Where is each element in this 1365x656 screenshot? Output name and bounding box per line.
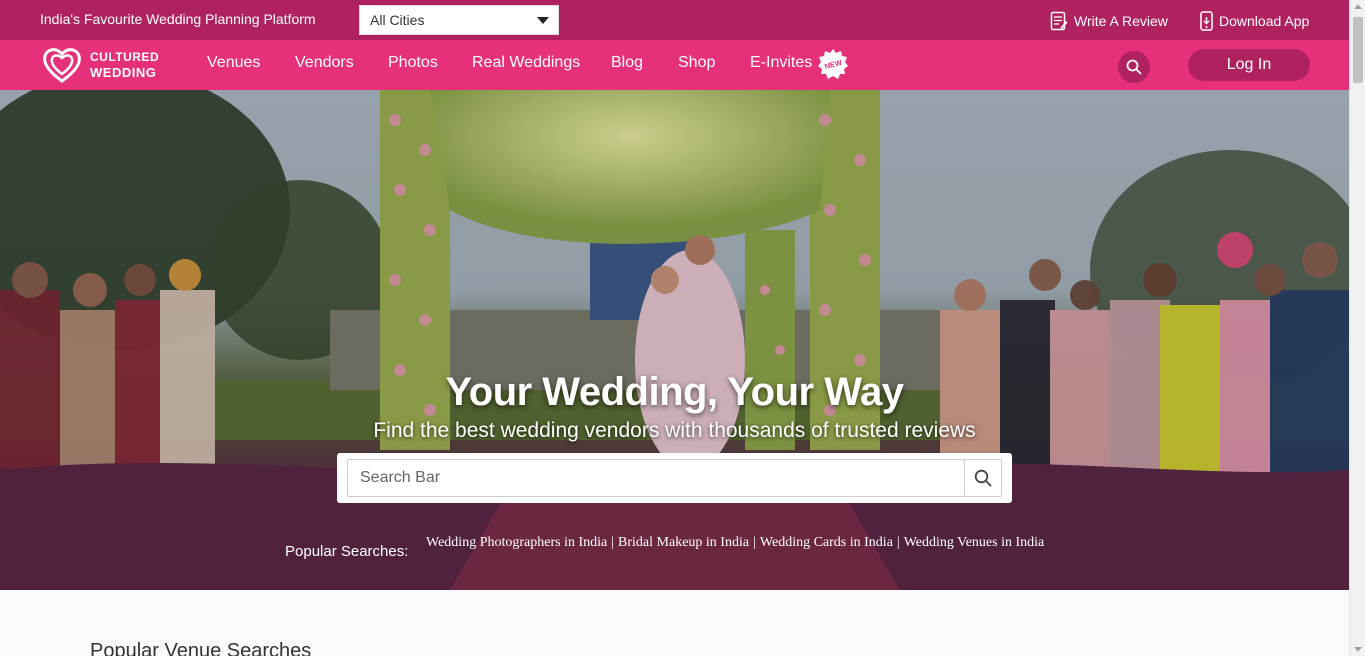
logo-line2: WEDDING xyxy=(90,65,157,80)
popular-search-link[interactable]: Wedding Venues in India xyxy=(904,535,1045,550)
separator: | xyxy=(896,535,900,550)
download-app-link[interactable]: Download App xyxy=(1200,11,1309,31)
nav-vendors[interactable]: Vendors xyxy=(295,54,354,72)
search-input[interactable] xyxy=(347,459,965,497)
new-badge-icon: NEW xyxy=(818,49,848,79)
logo-line1: CULTURED xyxy=(90,50,160,64)
city-select[interactable]: All Cities xyxy=(359,5,559,35)
top-strip: India's Favourite Wedding Planning Platf… xyxy=(0,0,1349,40)
download-app-label: Download App xyxy=(1219,13,1310,29)
login-button[interactable]: Log In xyxy=(1188,49,1310,81)
scrollbar-thumb[interactable] xyxy=(1353,17,1363,83)
review-icon xyxy=(1050,11,1068,31)
popular-search-link[interactable]: Bridal Makeup in India xyxy=(618,535,749,550)
search-icon xyxy=(1126,59,1142,75)
search-icon xyxy=(974,469,992,487)
popular-searches-list: Wedding Photographers in India | Bridal Ma… xyxy=(426,535,1044,551)
separator: | xyxy=(753,535,756,550)
section-title: Popular Venue Searches xyxy=(90,640,312,656)
city-select-value: All Cities xyxy=(370,12,425,28)
scroll-up-icon[interactable] xyxy=(1354,4,1362,9)
nav-venues[interactable]: Venues xyxy=(207,54,260,72)
popular-search-link[interactable]: Wedding Cards in India xyxy=(760,535,893,550)
popular-searches-label: Popular Searches: xyxy=(285,543,409,560)
nav-real-weddings[interactable]: Real Weddings xyxy=(472,54,580,72)
popular-search-link[interactable]: Wedding Photographers in India xyxy=(426,535,607,550)
separator: | xyxy=(611,535,615,550)
search-button[interactable] xyxy=(964,459,1002,497)
hero-banner: Your Wedding, Your Way Find the best wed… xyxy=(0,90,1349,590)
nav-shop[interactable]: Shop xyxy=(678,54,715,72)
nav-photos[interactable]: Photos xyxy=(388,54,438,72)
heart-logo-icon xyxy=(43,48,81,83)
phone-icon xyxy=(1200,11,1213,31)
nav-search-button[interactable] xyxy=(1118,51,1150,83)
logo[interactable]: CULTURED WEDDING xyxy=(42,46,159,84)
logo-text: CULTURED WEDDING xyxy=(90,50,159,80)
hero-title: Your Wedding, Your Way xyxy=(445,370,904,414)
scroll-down-icon[interactable] xyxy=(1354,647,1362,652)
hero-search-box xyxy=(337,453,1012,503)
write-review-label: Write A Review xyxy=(1074,13,1168,29)
hero-photo xyxy=(0,90,1349,590)
tagline: India's Favourite Wedding Planning Platf… xyxy=(40,11,316,27)
nav-e-invites[interactable]: E-Invites xyxy=(750,54,812,72)
nav-blog[interactable]: Blog xyxy=(611,54,643,72)
page-scrollbar[interactable] xyxy=(1349,0,1365,656)
hero-subtitle: Find the best wedding vendors with thous… xyxy=(373,419,976,442)
chevron-down-icon xyxy=(537,17,549,24)
main-nav: CULTURED WEDDING Venues Vendors Photos R… xyxy=(0,40,1349,90)
write-review-link[interactable]: Write A Review xyxy=(1050,11,1168,31)
